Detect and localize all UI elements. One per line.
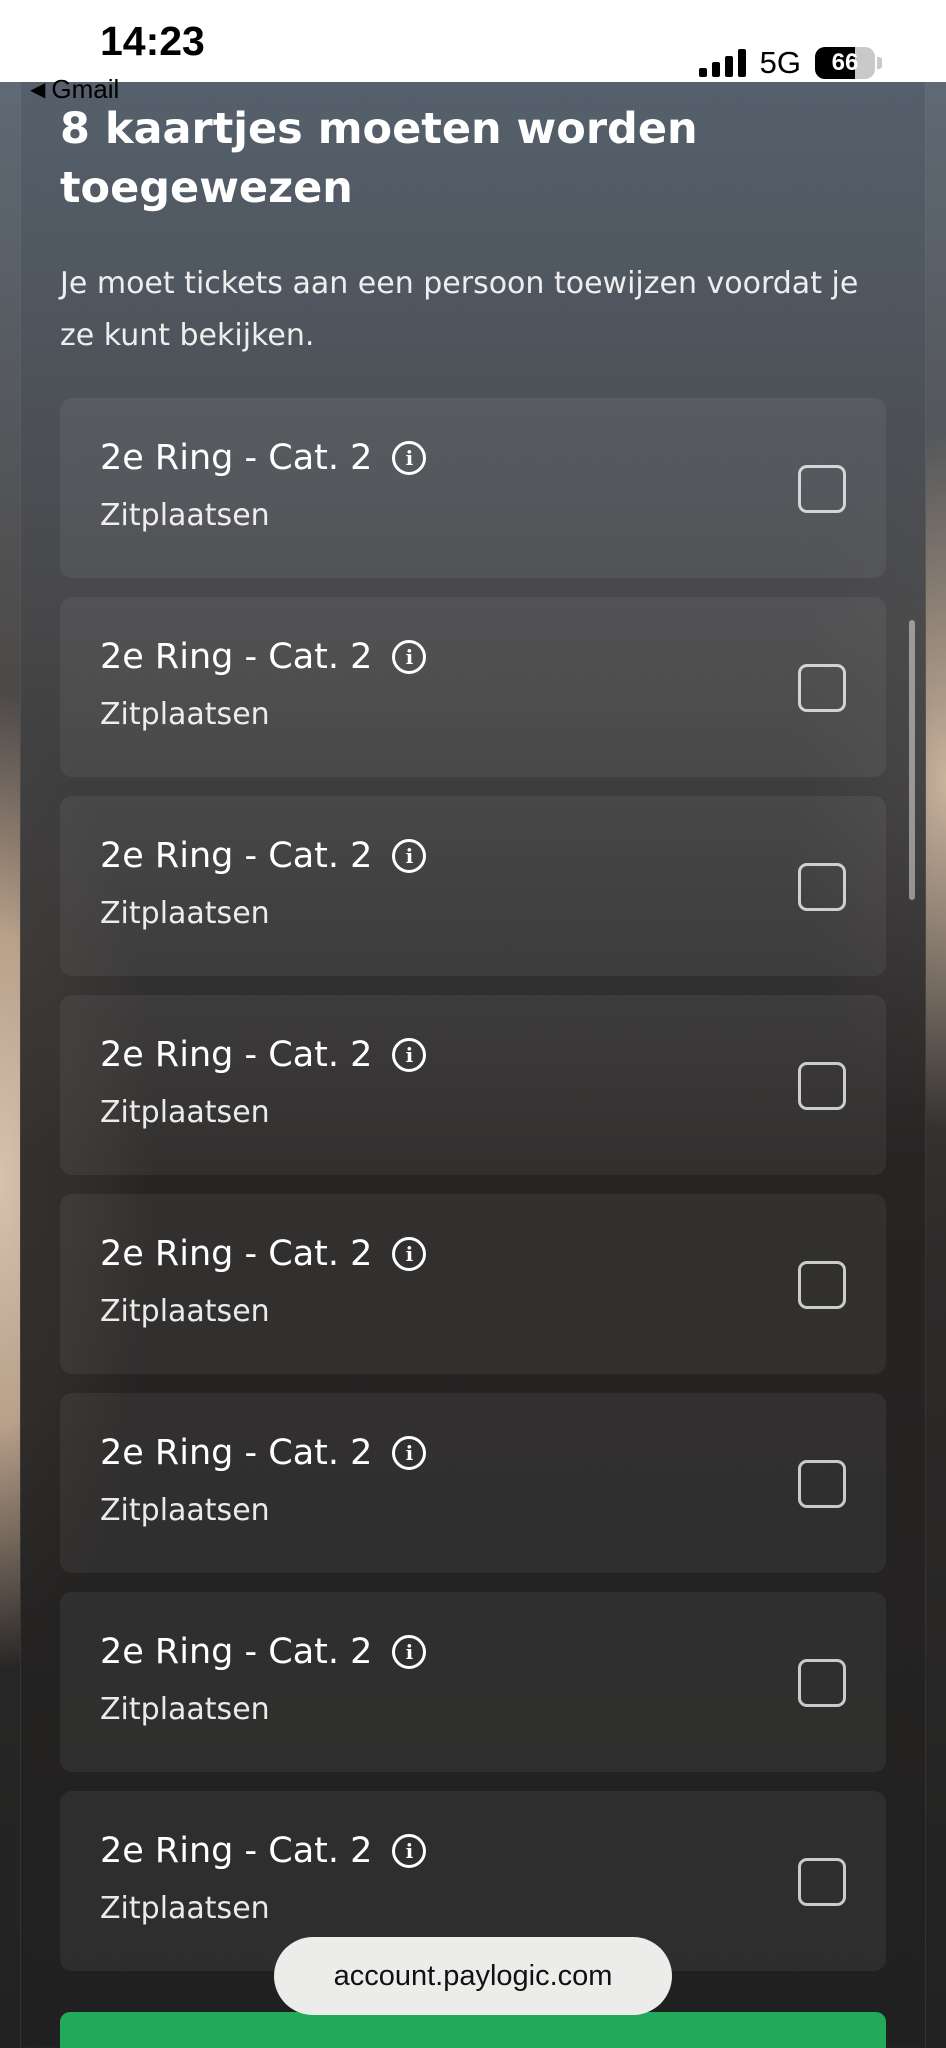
- ticket-list: 2e Ring - Cat. 2 i Zitplaatsen 2e Ring -…: [60, 398, 886, 1990]
- ticket-type: Zitplaatsen: [100, 498, 270, 533]
- ticket-type: Zitplaatsen: [100, 1095, 270, 1130]
- scrollbar[interactable]: [909, 620, 915, 900]
- back-triangle-icon: ◀: [30, 79, 46, 101]
- ticket-item[interactable]: 2e Ring - Cat. 2 i Zitplaatsen: [60, 1194, 886, 1374]
- primary-action-button[interactable]: [60, 2012, 886, 2048]
- status-bar: 14:23 5G 66: [0, 0, 946, 82]
- ticket-item[interactable]: 2e Ring - Cat. 2 i Zitplaatsen: [60, 1592, 886, 1772]
- ticket-name: 2e Ring - Cat. 2: [100, 1632, 373, 1672]
- ticket-name: 2e Ring - Cat. 2: [100, 836, 373, 876]
- ticket-name: 2e Ring - Cat. 2: [100, 1035, 373, 1075]
- network-type: 5G: [759, 45, 801, 80]
- back-app-label: Gmail: [51, 74, 120, 104]
- ticket-item[interactable]: 2e Ring - Cat. 2 i Zitplaatsen: [60, 995, 886, 1175]
- battery-percent: 66: [831, 49, 859, 76]
- ticket-item[interactable]: 2e Ring - Cat. 2 i Zitplaatsen: [60, 597, 886, 777]
- back-to-gmail-link[interactable]: ◀ Gmail: [30, 74, 119, 105]
- ticket-name-row: 2e Ring - Cat. 2 i: [100, 1234, 427, 1274]
- battery-tip: [877, 57, 882, 69]
- status-time: 14:23: [100, 18, 205, 64]
- page-title: 8 kaartjes moeten worden toegewezen: [60, 104, 698, 213]
- info-icon[interactable]: i: [392, 1834, 427, 1868]
- ticket-name-row: 2e Ring - Cat. 2 i: [100, 1433, 427, 1473]
- ticket-type: Zitplaatsen: [100, 1692, 270, 1727]
- ticket-name-row: 2e Ring - Cat. 2 i: [100, 1035, 427, 1075]
- ticket-item[interactable]: 2e Ring - Cat. 2 i Zitplaatsen: [60, 796, 886, 976]
- browser-url-pill[interactable]: account.paylogic.com: [274, 1937, 672, 2015]
- ticket-type: Zitplaatsen: [100, 1493, 270, 1528]
- ticket-name-row: 2e Ring - Cat. 2 i: [100, 637, 427, 677]
- ticket-name: 2e Ring - Cat. 2: [100, 438, 373, 478]
- screen: 14:23 5G 66 ◀ Gmail 8 kaartjes moeten wo…: [0, 0, 946, 2048]
- info-icon[interactable]: i: [392, 839, 427, 873]
- ticket-name-row: 2e Ring - Cat. 2 i: [100, 438, 427, 478]
- ticket-checkbox[interactable]: [798, 1460, 846, 1508]
- battery-icon: 66: [815, 47, 875, 79]
- ticket-checkbox[interactable]: [798, 1261, 846, 1309]
- ticket-checkbox[interactable]: [798, 1062, 846, 1110]
- ticket-type: Zitplaatsen: [100, 1294, 270, 1329]
- ticket-checkbox[interactable]: [798, 664, 846, 712]
- ticket-item[interactable]: 2e Ring - Cat. 2 i Zitplaatsen: [60, 398, 886, 578]
- ticket-name-row: 2e Ring - Cat. 2 i: [100, 1632, 427, 1672]
- ticket-checkbox[interactable]: [798, 863, 846, 911]
- status-indicators: 5G 66: [698, 45, 882, 81]
- ticket-type: Zitplaatsen: [100, 1891, 270, 1926]
- page-subtitle: Je moet tickets aan een persoon toewijze…: [60, 266, 859, 353]
- ticket-name: 2e Ring - Cat. 2: [100, 1831, 373, 1871]
- ticket-name: 2e Ring - Cat. 2: [100, 1433, 373, 1473]
- ticket-name-row: 2e Ring - Cat. 2 i: [100, 836, 427, 876]
- ticket-checkbox[interactable]: [798, 1659, 846, 1707]
- ticket-type: Zitplaatsen: [100, 896, 270, 931]
- info-icon[interactable]: i: [392, 1436, 427, 1470]
- cellular-signal-icon: [698, 49, 746, 77]
- info-icon[interactable]: i: [392, 441, 427, 475]
- info-icon[interactable]: i: [392, 1237, 427, 1271]
- info-icon[interactable]: i: [392, 1635, 427, 1669]
- ticket-type: Zitplaatsen: [100, 697, 270, 732]
- info-icon[interactable]: i: [392, 1038, 427, 1072]
- ticket-checkbox[interactable]: [798, 465, 846, 513]
- info-icon[interactable]: i: [392, 640, 427, 674]
- ticket-checkbox[interactable]: [798, 1858, 846, 1906]
- ticket-item[interactable]: 2e Ring - Cat. 2 i Zitplaatsen: [60, 1393, 886, 1573]
- ticket-name: 2e Ring - Cat. 2: [100, 1234, 373, 1274]
- ticket-name: 2e Ring - Cat. 2: [100, 637, 373, 677]
- ticket-name-row: 2e Ring - Cat. 2 i: [100, 1831, 427, 1871]
